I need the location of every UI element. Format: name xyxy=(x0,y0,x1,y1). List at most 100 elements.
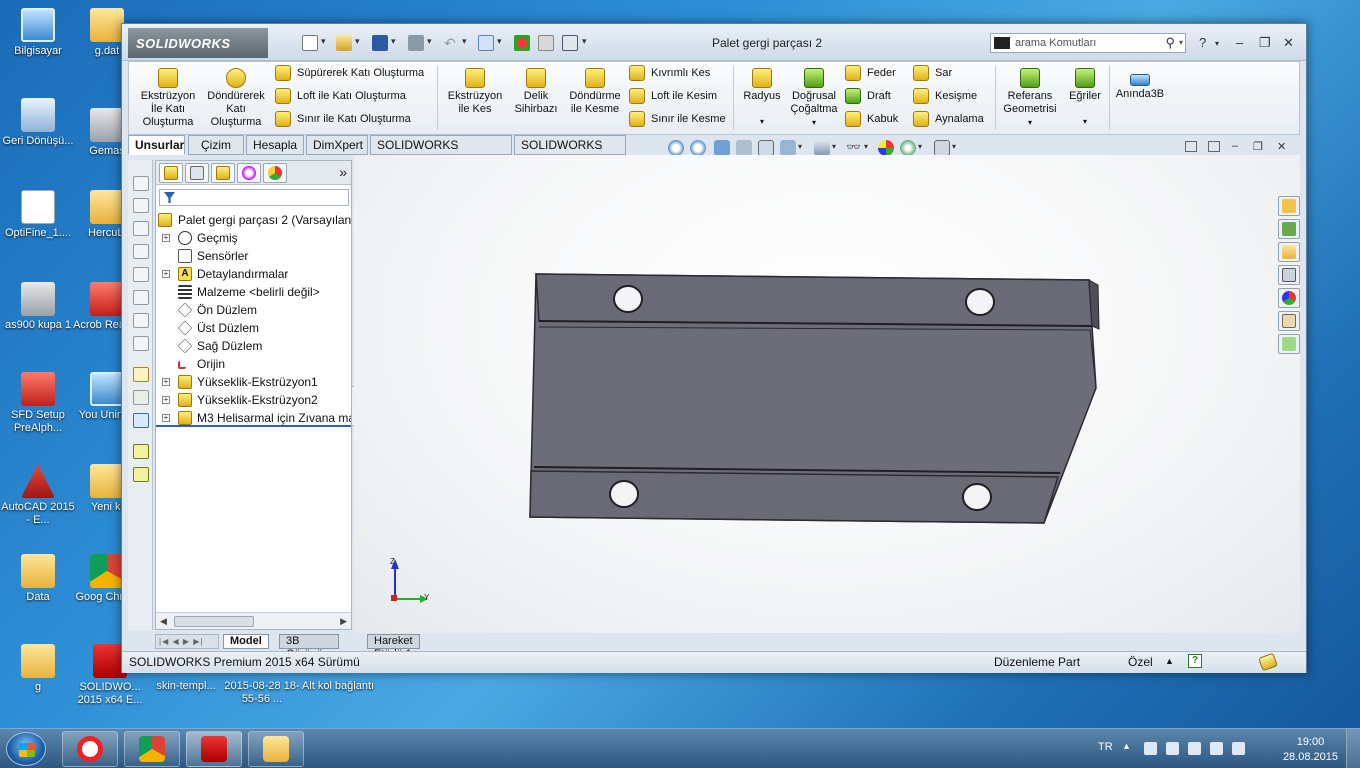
tree-item-front-plane[interactable]: Ön Düzlem xyxy=(156,301,351,319)
select-cursor-icon[interactable] xyxy=(478,35,494,51)
help-icon[interactable]: ? xyxy=(1199,35,1206,50)
status-units[interactable]: Özel xyxy=(1128,655,1153,669)
search-commands-box[interactable]: arama Komutları ⚲ ▾ xyxy=(990,33,1186,53)
linear-pattern-button[interactable]: Doğrusal Çoğaltma ▾ xyxy=(789,68,839,129)
open-folder-icon[interactable] xyxy=(336,35,352,51)
solidworks-logo[interactable]: SOLIDWORKS xyxy=(128,28,268,58)
intersect-button[interactable]: Kesişme xyxy=(913,87,977,105)
expand-icon[interactable]: + xyxy=(162,234,170,242)
view-cube-icon[interactable] xyxy=(133,313,149,328)
tree-item-extrude1[interactable]: + Yükseklik-Ekstrüzyon1 xyxy=(156,373,351,391)
tab-evaluate[interactable]: Hesapla xyxy=(246,135,304,155)
rebuild-icon[interactable] xyxy=(514,35,530,51)
chevron-down-icon[interactable]: ▾ xyxy=(789,116,839,129)
tag-icon[interactable] xyxy=(1258,652,1278,672)
task-pane-custom-properties[interactable] xyxy=(1278,311,1300,331)
swept-cut-button[interactable]: Kıvrımlı Kes xyxy=(629,64,710,82)
tree-item-right-plane[interactable]: Sağ Düzlem xyxy=(156,337,351,355)
revolve-boss-button[interactable]: Döndürerek Katı Oluşturma xyxy=(203,68,269,129)
scrollbar-thumb[interactable] xyxy=(174,616,254,627)
desktop-icon-sfd-setup[interactable]: SFD Setup PreAlph... xyxy=(0,372,76,435)
desktop-icon-g[interactable]: g xyxy=(0,644,76,694)
view-settings-icon[interactable] xyxy=(934,140,950,156)
extrude-cut-button[interactable]: Ekstrüzyon ile Kes xyxy=(445,68,505,116)
expand-icon[interactable]: + xyxy=(162,396,170,404)
tree-item-material[interactable]: Malzeme <belirli değil> xyxy=(156,283,351,301)
show-desktop-button[interactable] xyxy=(1346,729,1360,768)
chevron-down-icon[interactable]: ▾ xyxy=(462,36,467,47)
desktop-icon-computer[interactable]: Bilgisayar xyxy=(0,8,76,58)
tab-mbd[interactable]: SOLIDWORKS MBD xyxy=(514,135,626,171)
view-cube-icon[interactable] xyxy=(133,244,149,259)
edit-appearance-icon[interactable] xyxy=(878,140,894,156)
apply-scene-icon[interactable] xyxy=(900,140,916,156)
close-icon[interactable]: ✕ xyxy=(1283,35,1294,51)
cloud-icon[interactable] xyxy=(1210,742,1223,755)
clock[interactable]: 19:00 28.08.2015 xyxy=(1283,735,1338,765)
tree-item-annotations[interactable]: + A Detaylandırmalar xyxy=(156,265,351,283)
chevron-down-icon[interactable]: ▾ xyxy=(952,142,956,151)
tab-feature-tree[interactable] xyxy=(159,163,183,183)
view-cube-icon[interactable] xyxy=(133,176,149,191)
tab-scroll-arrows[interactable]: |◀ ◀ ▶ ▶| xyxy=(155,634,219,649)
chevron-down-icon[interactable]: ▾ xyxy=(321,36,326,47)
new-document-icon[interactable] xyxy=(302,35,318,51)
chevron-down-icon[interactable]: ▾ xyxy=(391,36,396,47)
chevron-up-icon[interactable]: ▲ xyxy=(1165,656,1174,666)
chevron-down-icon[interactable]: ▾ xyxy=(864,142,868,151)
extrude-icon[interactable] xyxy=(133,444,149,459)
view-cube-icon[interactable] xyxy=(133,336,149,351)
shell-button[interactable]: Kabuk xyxy=(845,110,898,128)
tab-features[interactable]: Unsurlar xyxy=(128,135,185,155)
tab-property-manager[interactable] xyxy=(185,163,209,183)
revolve-cut-button[interactable]: Döndürme ile Kesme xyxy=(565,68,625,116)
tab-3d-views[interactable]: 3B Görünüm xyxy=(279,634,339,660)
tab-dimxpert-manager[interactable] xyxy=(237,163,261,183)
tree-item-sensors[interactable]: Sensörler xyxy=(156,247,351,265)
wrap-button[interactable]: Sar xyxy=(913,64,952,82)
desktop-icon-alt-kol[interactable]: Alt kol bağlantı xyxy=(300,680,376,693)
relations-icon[interactable] xyxy=(133,413,149,428)
chevron-down-icon[interactable]: ▾ xyxy=(1179,38,1183,47)
previous-view-icon[interactable] xyxy=(714,140,730,156)
chevron-down-icon[interactable]: ▾ xyxy=(737,115,787,128)
chevron-down-icon[interactable]: ▾ xyxy=(918,142,922,151)
chevron-down-icon[interactable]: ▾ xyxy=(355,36,360,47)
language-indicator[interactable]: TR xyxy=(1098,741,1113,753)
view-cube-icon[interactable] xyxy=(133,221,149,236)
volume-icon[interactable] xyxy=(1144,742,1157,755)
tab-sketch[interactable]: Çizim xyxy=(188,135,244,155)
chevron-down-icon[interactable]: ▾ xyxy=(832,142,836,151)
taskbar-yandex[interactable] xyxy=(62,731,118,767)
swept-boss-button[interactable]: Süpürerek Katı Oluşturma xyxy=(275,64,424,82)
viewport-split-icon[interactable] xyxy=(1185,141,1197,152)
tree-root[interactable]: Palet gergi parçası 2 (Varsayılan< xyxy=(156,211,351,229)
desktop-icon-data[interactable]: Data xyxy=(0,554,76,604)
mirror-button[interactable]: Aynalama xyxy=(913,110,984,128)
curves-button[interactable]: Eğriler ▾ xyxy=(1063,68,1107,128)
task-pane-home[interactable] xyxy=(1278,196,1300,216)
zoom-to-area-icon[interactable] xyxy=(690,140,706,156)
undo-icon[interactable]: ↶ xyxy=(444,35,460,51)
display-style-icon[interactable] xyxy=(814,140,830,156)
viewport-close-icon[interactable]: ✕ xyxy=(1277,140,1286,153)
task-pane-resources[interactable] xyxy=(1278,219,1300,239)
smart-dimension-icon[interactable] xyxy=(133,390,149,405)
graphics-area[interactable]: Z Y xyxy=(354,155,1300,633)
tab-configuration-manager[interactable] xyxy=(211,163,235,183)
tree-item-extrude2[interactable]: + Yükseklik-Ekstrüzyon2 xyxy=(156,391,351,409)
chevron-down-icon[interactable]: ▾ xyxy=(497,36,502,47)
reference-geometry-button[interactable]: Referans Geometrisi ▾ xyxy=(999,68,1061,129)
tab-motion-study[interactable]: Hareket Etüdü 1 xyxy=(367,634,420,660)
rib-button[interactable]: Feder xyxy=(845,64,896,82)
chevron-down-icon[interactable]: ▾ xyxy=(999,116,1061,129)
viewport-minimize-icon[interactable]: – xyxy=(1232,140,1238,152)
extrude-cut-icon[interactable] xyxy=(133,467,149,482)
feature-tree-filter[interactable] xyxy=(159,189,349,206)
chevron-right-icon[interactable]: » xyxy=(339,164,347,180)
draft-button[interactable]: Draft xyxy=(845,87,891,105)
tab-model[interactable]: Model xyxy=(223,634,269,649)
chevron-down-icon[interactable]: ▾ xyxy=(1215,39,1219,48)
view-cube-icon[interactable] xyxy=(133,198,149,213)
part-model[interactable] xyxy=(354,155,1300,633)
